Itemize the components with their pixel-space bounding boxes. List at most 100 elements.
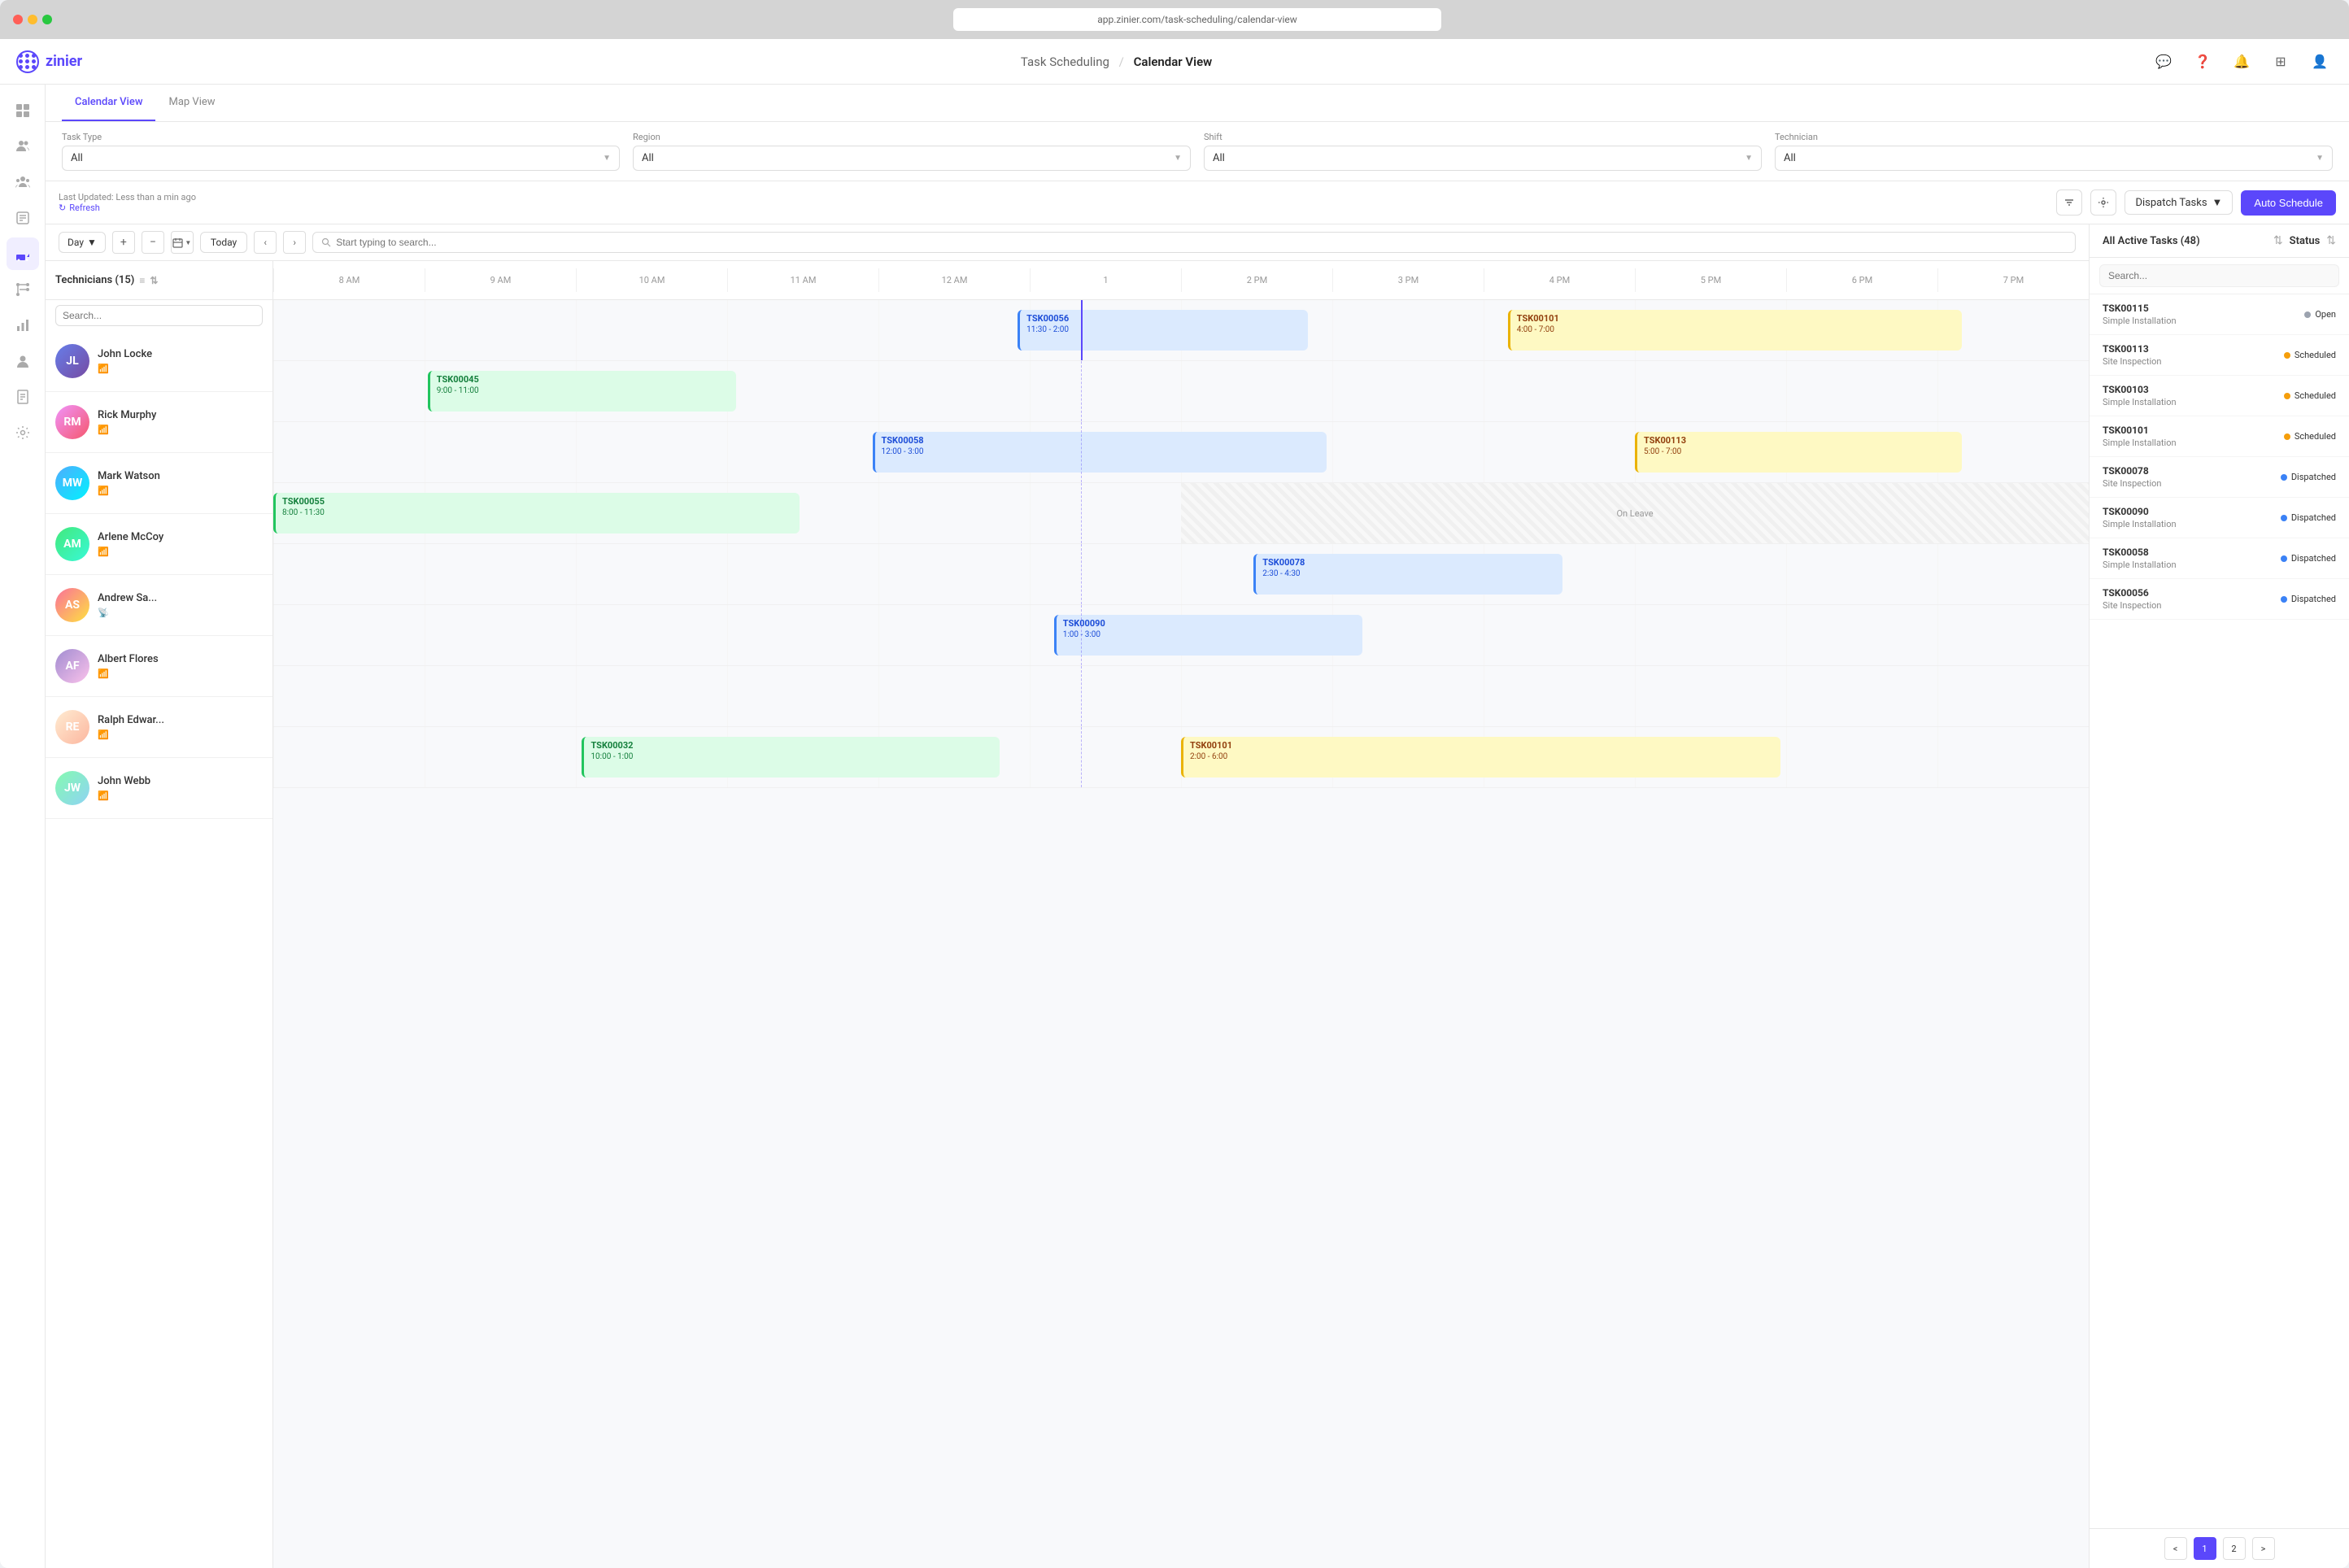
sidebar-item-analytics[interactable]: [7, 309, 39, 342]
sort-icon[interactable]: ⇅: [2273, 234, 2283, 247]
logo-dot: [19, 59, 23, 63]
list-item[interactable]: TSK00103 Simple Installation Scheduled: [2090, 376, 2349, 416]
logo-dot: [32, 59, 36, 63]
sidebar-item-settings[interactable]: [7, 416, 39, 449]
task-type-select[interactable]: All ▼: [62, 146, 620, 171]
address-bar[interactable]: app.zinier.com/task-scheduling/calendar-…: [953, 8, 1441, 31]
chevron-down-icon: ▼: [1174, 154, 1182, 163]
calendar-nav: Day ▼ + − ▼ Today ‹ ›: [46, 224, 2089, 261]
time-label: 4 PM: [1484, 268, 1635, 292]
tech-name: Ralph Edwar...: [98, 714, 263, 726]
chevron-down-icon: ▼: [2212, 196, 2223, 209]
prev-button[interactable]: ‹: [254, 231, 277, 254]
user-icon[interactable]: 👤: [2307, 49, 2333, 75]
grid-row: TSK00078 2:30 - 4:30: [273, 544, 2089, 605]
tech-filter-icon[interactable]: ≡: [139, 275, 145, 286]
today-button[interactable]: Today: [200, 232, 247, 253]
wifi-icon: 📶: [98, 486, 109, 496]
bell-icon[interactable]: 🔔: [2229, 49, 2255, 75]
task-block-tsk00032[interactable]: TSK00032 10:00 - 1:00: [582, 737, 999, 777]
dot-green[interactable]: [42, 15, 52, 24]
sidebar-item-dashboard[interactable]: [7, 94, 39, 127]
chat-icon[interactable]: 💬: [2151, 49, 2177, 75]
logo-dot: [19, 54, 23, 58]
grid-body: TSK00056 11:30 - 2:00 TSK00101 4:00 - 7:…: [273, 300, 2089, 1568]
list-item[interactable]: TSK00101 Simple Installation Scheduled: [2090, 416, 2349, 457]
status-sort-icon[interactable]: ⇅: [2326, 234, 2336, 247]
sidebar-item-teams[interactable]: [7, 166, 39, 198]
list-item[interactable]: TSK00058 Simple Installation Dispatched: [2090, 538, 2349, 579]
sidebar-item-reports[interactable]: [7, 381, 39, 413]
wifi-icon: 📶: [98, 547, 109, 557]
panel-search: [2090, 258, 2349, 294]
task-block-tsk00055[interactable]: TSK00055 8:00 - 11:30: [273, 493, 800, 534]
calendar-search-input[interactable]: [336, 237, 2067, 248]
dot-yellow[interactable]: [28, 15, 37, 24]
task-block-tsk00113[interactable]: TSK00113 5:00 - 7:00: [1635, 432, 1962, 473]
dot-red[interactable]: [13, 15, 23, 24]
task-block-tsk00101b[interactable]: TSK00101 2:00 - 6:00: [1181, 737, 1780, 777]
sidebar-item-tasks[interactable]: [7, 202, 39, 234]
day-view-button[interactable]: Day ▼: [59, 232, 106, 253]
task-block-tsk00056[interactable]: TSK00056 11:30 - 2:00: [1018, 310, 1308, 351]
grid-cell: [425, 300, 576, 360]
sidebar-item-workflows[interactable]: [7, 273, 39, 306]
tab-map[interactable]: Map View: [155, 85, 228, 121]
sidebar-item-people[interactable]: [7, 130, 39, 163]
sidebar-item-profile[interactable]: [7, 345, 39, 377]
time-grid: 8 AM 9 AM 10 AM 11 AM 12 AM 1 2 PM 3 PM: [273, 261, 2089, 1568]
refresh-button[interactable]: ↻ Refresh: [59, 203, 196, 213]
panel-search-input[interactable]: [2099, 264, 2339, 287]
grid-cell: [1030, 544, 1181, 604]
tech-sort-icon[interactable]: ⇅: [150, 275, 158, 286]
pagination-page1[interactable]: 1: [2194, 1537, 2216, 1560]
tech-row: RE Ralph Edwar... 📶: [46, 697, 272, 758]
zoom-in-button[interactable]: +: [112, 231, 135, 254]
task-block-tsk00078[interactable]: TSK00078 2:30 - 4:30: [1253, 554, 1562, 595]
tech-name: Albert Flores: [98, 653, 263, 665]
list-item[interactable]: TSK00113 Site Inspection Scheduled: [2090, 335, 2349, 376]
tech-search-bar[interactable]: [46, 300, 272, 331]
list-item[interactable]: TSK00115 Simple Installation Open: [2090, 294, 2349, 335]
auto-schedule-button[interactable]: Auto Schedule: [2241, 190, 2336, 216]
list-item[interactable]: TSK00056 Site Inspection Dispatched: [2090, 579, 2349, 620]
tech-search-input[interactable]: [55, 305, 263, 326]
shift-select[interactable]: All ▼: [1204, 146, 1762, 171]
zoom-out-button[interactable]: −: [142, 231, 164, 254]
tech-row: RM Rick Murphy 📶: [46, 392, 272, 453]
technician-select[interactable]: All ▼: [1775, 146, 2333, 171]
status-badge: Scheduled: [2284, 350, 2336, 360]
time-header: 8 AM 9 AM 10 AM 11 AM 12 AM 1 2 PM 3 PM: [273, 261, 2089, 300]
list-item[interactable]: TSK00078 Site Inspection Dispatched: [2090, 457, 2349, 498]
region-select[interactable]: All ▼: [633, 146, 1191, 171]
grid-cell: [727, 666, 878, 726]
calendar-picker-button[interactable]: ▼: [171, 231, 194, 254]
avatar: AM: [55, 527, 89, 561]
pagination-prev[interactable]: <: [2164, 1537, 2187, 1560]
tab-calendar[interactable]: Calendar View: [62, 85, 155, 121]
pagination-next[interactable]: >: [2252, 1537, 2275, 1560]
settings-icon-button[interactable]: [2090, 189, 2116, 216]
task-block-tsk00101[interactable]: TSK00101 4:00 - 7:00: [1508, 310, 1962, 351]
grid-cell: [727, 544, 878, 604]
grid-cell: [273, 544, 425, 604]
calendar-search-bar[interactable]: [312, 232, 2076, 253]
sidebar-item-dispatch[interactable]: [7, 237, 39, 270]
time-label: 11 AM: [727, 268, 878, 292]
grid-icon[interactable]: ⊞: [2268, 49, 2294, 75]
pagination-page2[interactable]: 2: [2223, 1537, 2246, 1560]
chevron-down-icon: ▼: [603, 154, 611, 163]
grid-cell: [1635, 666, 1786, 726]
task-block-tsk00058[interactable]: TSK00058 12:00 - 3:00: [873, 432, 1327, 473]
next-button[interactable]: ›: [283, 231, 306, 254]
list-item[interactable]: TSK00090 Simple Installation Dispatched: [2090, 498, 2349, 538]
grid-cell: [1484, 422, 1635, 482]
content-area: Calendar View Map View Task Type All ▼ R…: [46, 85, 2349, 1568]
status-badge: Scheduled: [2284, 431, 2336, 442]
dispatch-tasks-button[interactable]: Dispatch Tasks ▼: [2125, 190, 2233, 215]
task-block-tsk00090[interactable]: TSK00090 1:00 - 3:00: [1054, 615, 1362, 656]
task-block-tsk00045[interactable]: TSK00045 9:00 - 11:00: [428, 371, 736, 412]
help-icon[interactable]: ❓: [2190, 49, 2216, 75]
nav-icons: 💬 ❓ 🔔 ⊞ 👤: [2151, 49, 2333, 75]
filter-icon-button[interactable]: [2056, 189, 2082, 216]
